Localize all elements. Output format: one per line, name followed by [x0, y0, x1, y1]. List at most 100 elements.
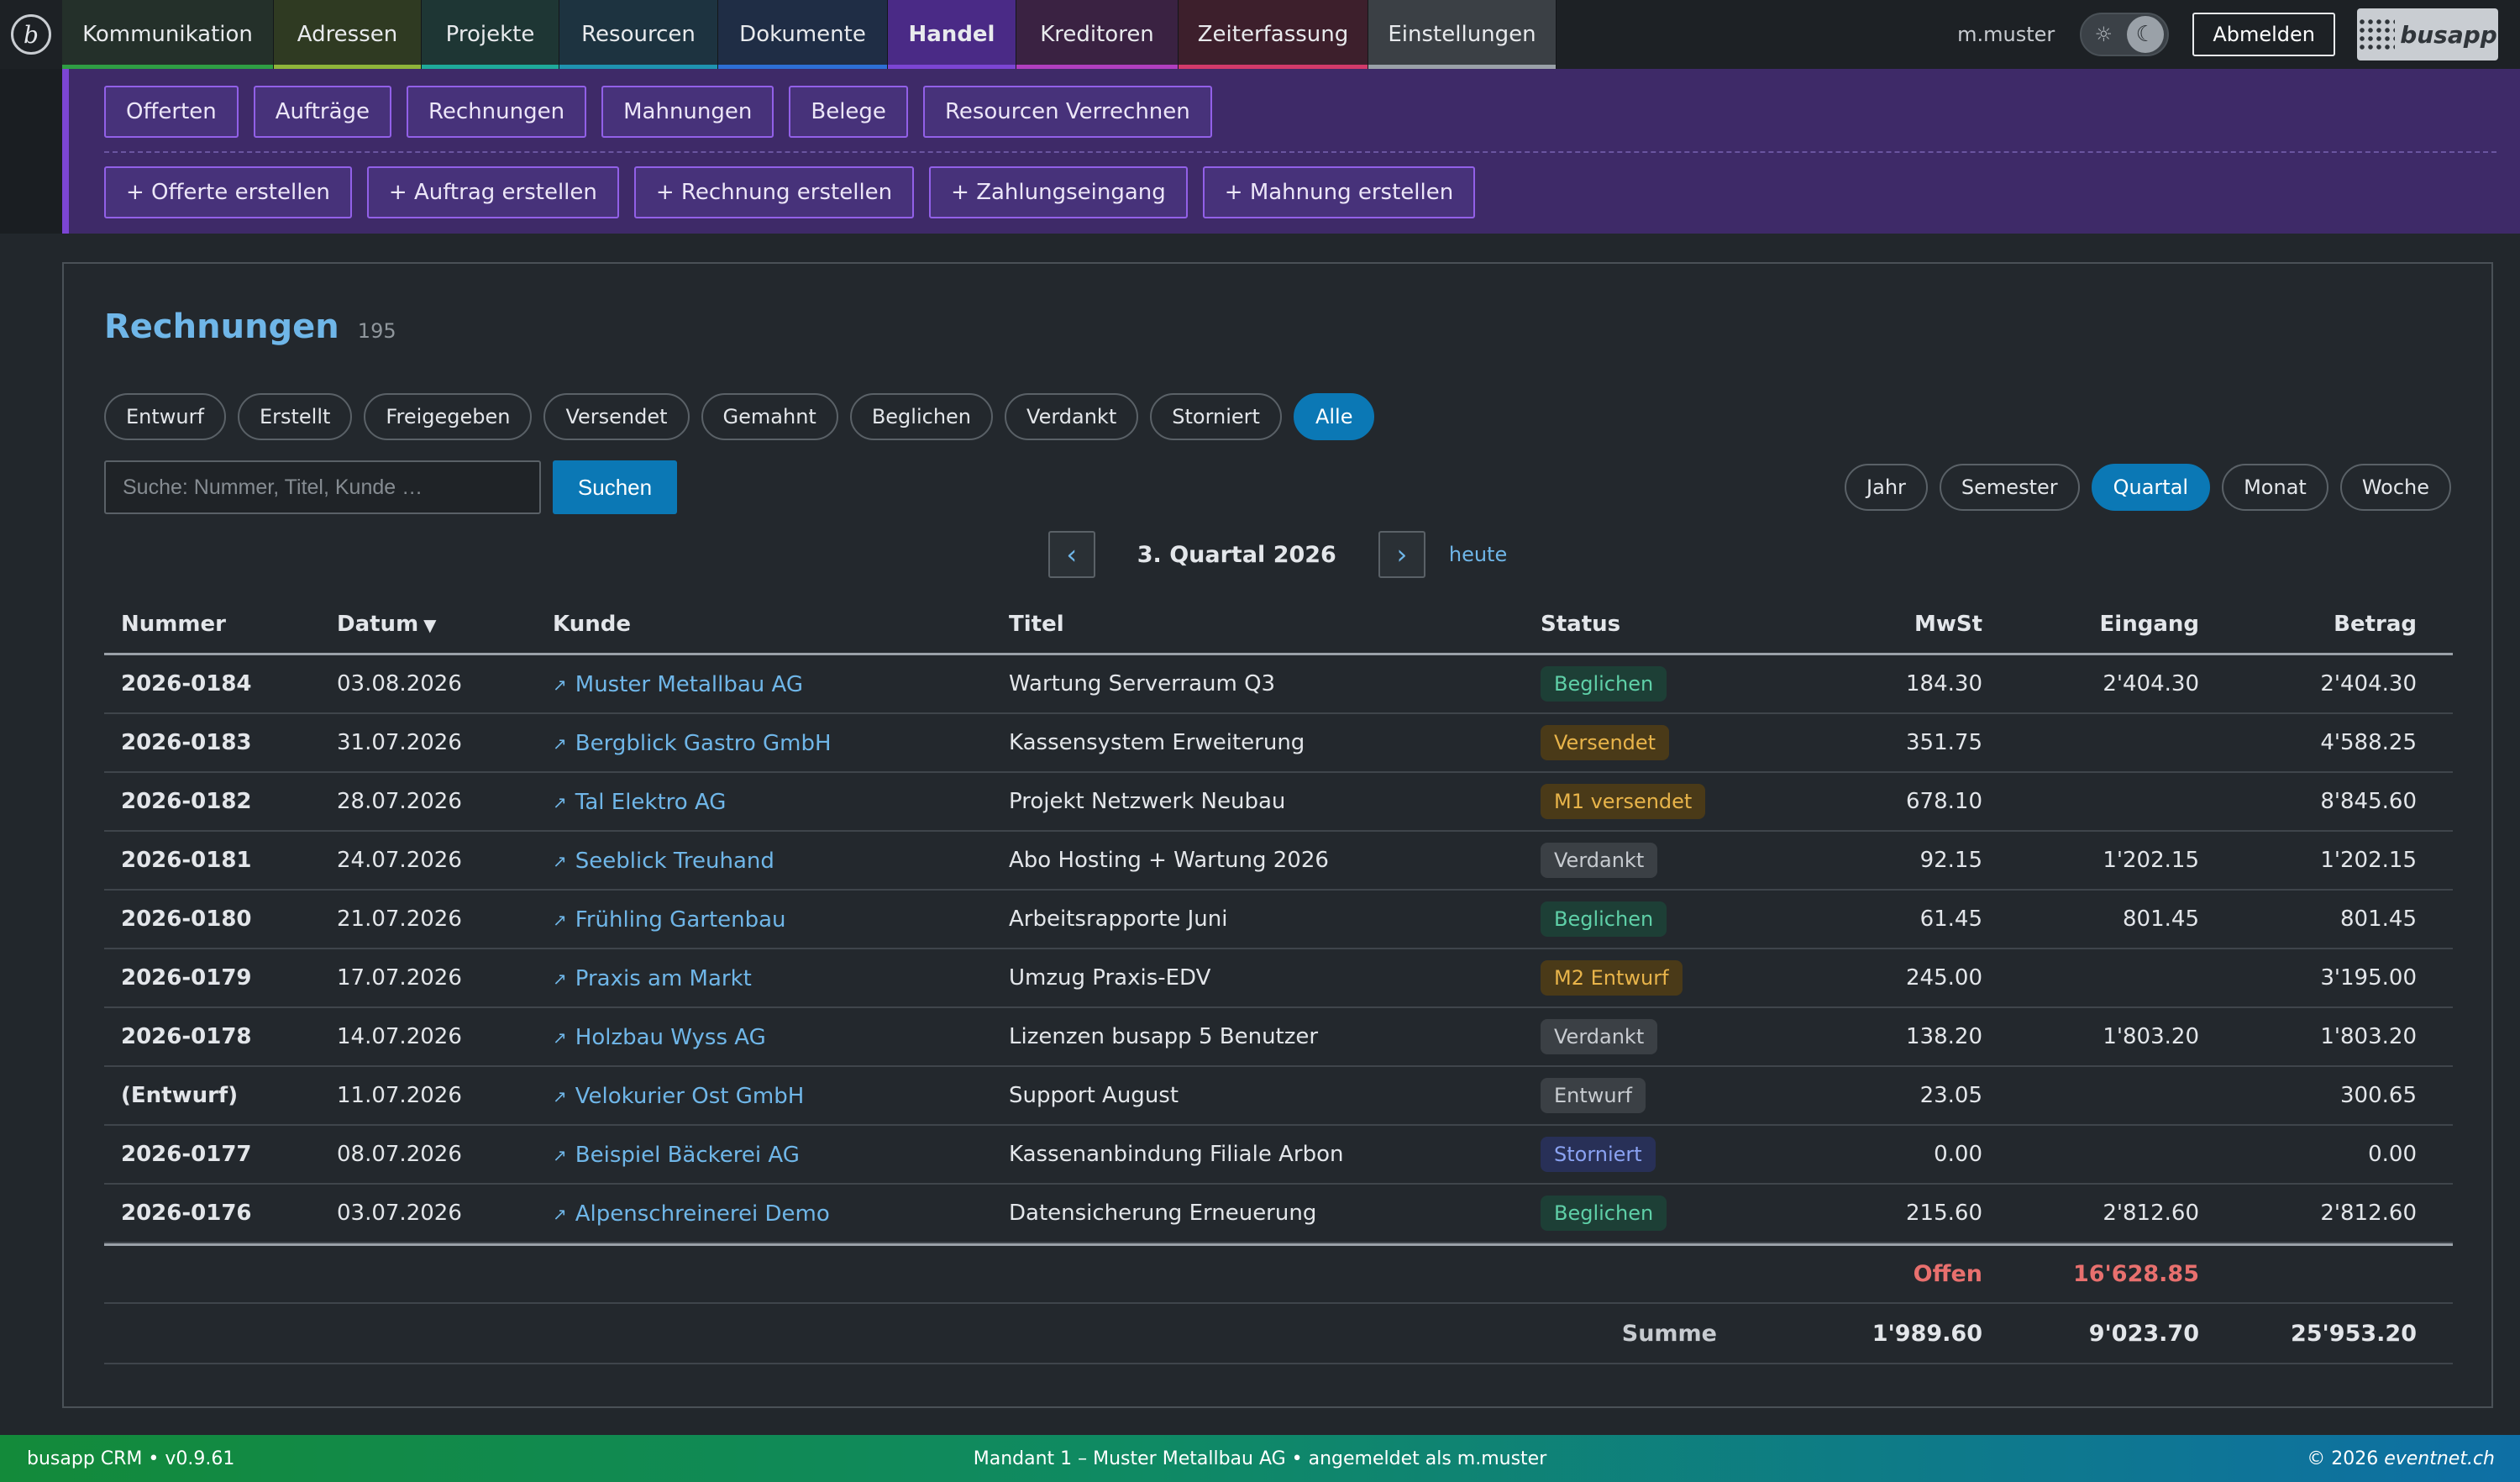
col-datum[interactable]: Datum ▼ [320, 612, 536, 637]
invoice-number[interactable]: 2026-0176 [104, 1201, 320, 1226]
customer-link[interactable]: ↗ Bergblick Gastro GmbH [553, 731, 832, 756]
customer-name[interactable]: Tal Elektro AG [575, 790, 727, 815]
external-link-icon[interactable]: ↗ [553, 792, 567, 812]
customer-link[interactable]: ↗ Alpenschreinerei Demo [553, 1201, 830, 1227]
invoice-number[interactable]: 2026-0184 [104, 671, 320, 696]
col-nummer[interactable]: Nummer [104, 612, 320, 637]
sort-desc-icon[interactable]: ▼ [423, 615, 436, 635]
invoice-number[interactable]: 2026-0179 [104, 965, 320, 991]
col-betrag[interactable]: Betrag [2216, 612, 2433, 637]
invoice-number[interactable]: 2026-0180 [104, 907, 320, 932]
nav-tab-handel[interactable]: Handel [888, 0, 1016, 69]
period-semester[interactable]: Semester [1939, 464, 2080, 511]
col-datum-label[interactable]: Datum [337, 612, 418, 637]
nav-tab-projekte[interactable]: Projekte [422, 0, 559, 69]
customer-link[interactable]: ↗ Muster Metallbau AG [553, 672, 803, 697]
external-link-icon[interactable]: ↗ [553, 1204, 567, 1224]
col-eingang[interactable]: Eingang [1999, 612, 2216, 637]
filter-entwurf[interactable]: Entwurf [104, 393, 226, 440]
search-button[interactable]: Suchen [553, 460, 677, 514]
nav-tab-adressen[interactable]: Adressen [274, 0, 422, 69]
filter-storniert[interactable]: Storniert [1150, 393, 1282, 440]
invoice-number[interactable]: 2026-0182 [104, 789, 320, 814]
filter-versendet[interactable]: Versendet [543, 393, 690, 440]
nav-tab-zeiterfassung[interactable]: Zeiterfassung [1179, 0, 1368, 69]
subnav-rechnungen-button[interactable]: Rechnungen [407, 86, 587, 138]
customer-link[interactable]: ↗ Beispiel Bäckerei AG [553, 1143, 800, 1168]
subnav-belege-button[interactable]: Belege [789, 86, 908, 138]
customer-name[interactable]: Bergblick Gastro GmbH [575, 731, 832, 756]
logout-button[interactable]: Abmelden [2192, 13, 2335, 56]
today-link[interactable]: heute [1449, 543, 1507, 566]
table-row[interactable]: 2026-0182 28.07.2026 ↗ Tal Elektro AG Projek… [104, 773, 2453, 832]
nav-tab-einstellungen[interactable]: Einstellungen [1368, 0, 1557, 69]
copyright-link[interactable]: eventnet.ch [2384, 1448, 2495, 1469]
customer-link[interactable]: ↗ Tal Elektro AG [553, 790, 726, 815]
customer-name[interactable]: Muster Metallbau AG [575, 672, 803, 697]
brand[interactable]: b [0, 0, 62, 69]
invoice-number[interactable]: (Entwurf) [104, 1083, 320, 1108]
filter-erstellt[interactable]: Erstellt [237, 393, 353, 440]
table-row[interactable]: (Entwurf) 11.07.2026 ↗ Velokurier Ost GmbH S… [104, 1067, 2453, 1126]
invoice-number[interactable]: 2026-0177 [104, 1142, 320, 1167]
action-offerte-erstellen-button[interactable]: + Offerte erstellen [104, 166, 352, 218]
customer-name[interactable]: Praxis am Markt [575, 966, 752, 991]
filter-beglichen[interactable]: Beglichen [849, 393, 994, 440]
external-link-icon[interactable]: ↗ [553, 675, 567, 695]
table-row[interactable]: 2026-0179 17.07.2026 ↗ Praxis am Markt Umzug… [104, 949, 2453, 1008]
customer-name[interactable]: Beispiel Bäckerei AG [575, 1143, 800, 1168]
action-zahlungseingang-button[interactable]: + Zahlungseingang [929, 166, 1188, 218]
action-rechnung-erstellen-button[interactable]: + Rechnung erstellen [633, 166, 915, 218]
table-row[interactable]: 2026-0181 24.07.2026 ↗ Seeblick Treuhand Abo… [104, 832, 2453, 891]
customer-name[interactable]: Frühling Gartenbau [575, 907, 786, 933]
col-kunde[interactable]: Kunde [536, 612, 992, 637]
nav-tab-dokumente[interactable]: Dokumente [718, 0, 888, 69]
action-mahnung-erstellen-button[interactable]: + Mahnung erstellen [1202, 166, 1476, 218]
table-row[interactable]: 2026-0178 14.07.2026 ↗ Holzbau Wyss AG Lizen… [104, 1008, 2453, 1067]
subnav-mahnungen-button[interactable]: Mahnungen [601, 86, 774, 138]
external-link-icon[interactable]: ↗ [553, 851, 567, 871]
table-row[interactable]: 2026-0176 03.07.2026 ↗ Alpenschreinerei Dem… [104, 1185, 2453, 1243]
moon-icon[interactable]: ☾ [2127, 16, 2165, 53]
brand-logo-icon[interactable]: b [11, 14, 51, 55]
filter-gemahnt[interactable]: Gemahnt [701, 393, 838, 440]
period-monat[interactable]: Monat [2222, 464, 2328, 511]
customer-link[interactable]: ↗ Frühling Gartenbau [553, 907, 786, 933]
nav-tab-kreditoren[interactable]: Kreditoren [1016, 0, 1179, 69]
customer-name[interactable]: Velokurier Ost GmbH [575, 1084, 805, 1109]
customer-name[interactable]: Seeblick Treuhand [575, 849, 774, 874]
external-link-icon[interactable]: ↗ [553, 1086, 567, 1106]
nav-tab-kommunikation[interactable]: Kommunikation [62, 0, 274, 69]
period-woche[interactable]: Woche [2339, 464, 2451, 511]
next-period-button[interactable]: › [1378, 531, 1425, 578]
customer-link[interactable]: ↗ Velokurier Ost GmbH [553, 1084, 804, 1109]
external-link-icon[interactable]: ↗ [553, 969, 567, 989]
external-link-icon[interactable]: ↗ [553, 733, 567, 754]
period-quartal[interactable]: Quartal [2091, 464, 2211, 511]
period-jahr[interactable]: Jahr [1845, 464, 1928, 511]
external-link-icon[interactable]: ↗ [553, 1027, 567, 1048]
subnav-auftrage-button[interactable]: Aufträge [253, 86, 392, 138]
col-status[interactable]: Status [1524, 612, 1734, 637]
invoice-number[interactable]: 2026-0178 [104, 1024, 320, 1049]
external-link-icon[interactable]: ↗ [553, 1145, 567, 1165]
customer-link[interactable]: ↗ Holzbau Wyss AG [553, 1025, 766, 1050]
col-titel[interactable]: Titel [992, 612, 1524, 637]
filter-freigegeben[interactable]: Freigegeben [364, 393, 533, 440]
nav-tab-resourcen[interactable]: Resourcen [559, 0, 718, 69]
sun-icon[interactable]: ☼ [2085, 16, 2122, 53]
subnav-resourcen-verrechnen-button[interactable]: Resourcen Verrechnen [922, 86, 1212, 138]
customer-name[interactable]: Holzbau Wyss AG [575, 1025, 766, 1050]
customer-link[interactable]: ↗ Praxis am Markt [553, 966, 752, 991]
filter-alle[interactable]: Alle [1293, 393, 1375, 440]
customer-name[interactable]: Alpenschreinerei Demo [575, 1201, 830, 1227]
table-row[interactable]: 2026-0177 08.07.2026 ↗ Beispiel Bäckerei AG… [104, 1126, 2453, 1185]
col-mwst[interactable]: MwSt [1734, 612, 1999, 637]
external-link-icon[interactable]: ↗ [553, 910, 567, 930]
table-row[interactable]: 2026-0184 03.08.2026 ↗ Muster Metallbau AG W… [104, 655, 2453, 714]
prev-period-button[interactable]: ‹ [1047, 531, 1095, 578]
table-row[interactable]: 2026-0183 31.07.2026 ↗ Bergblick Gastro Gmb… [104, 714, 2453, 773]
subnav-offerten-button[interactable]: Offerten [104, 86, 239, 138]
theme-toggle[interactable]: ☼ ☾ [2080, 13, 2170, 56]
invoice-number[interactable]: 2026-0183 [104, 730, 320, 755]
